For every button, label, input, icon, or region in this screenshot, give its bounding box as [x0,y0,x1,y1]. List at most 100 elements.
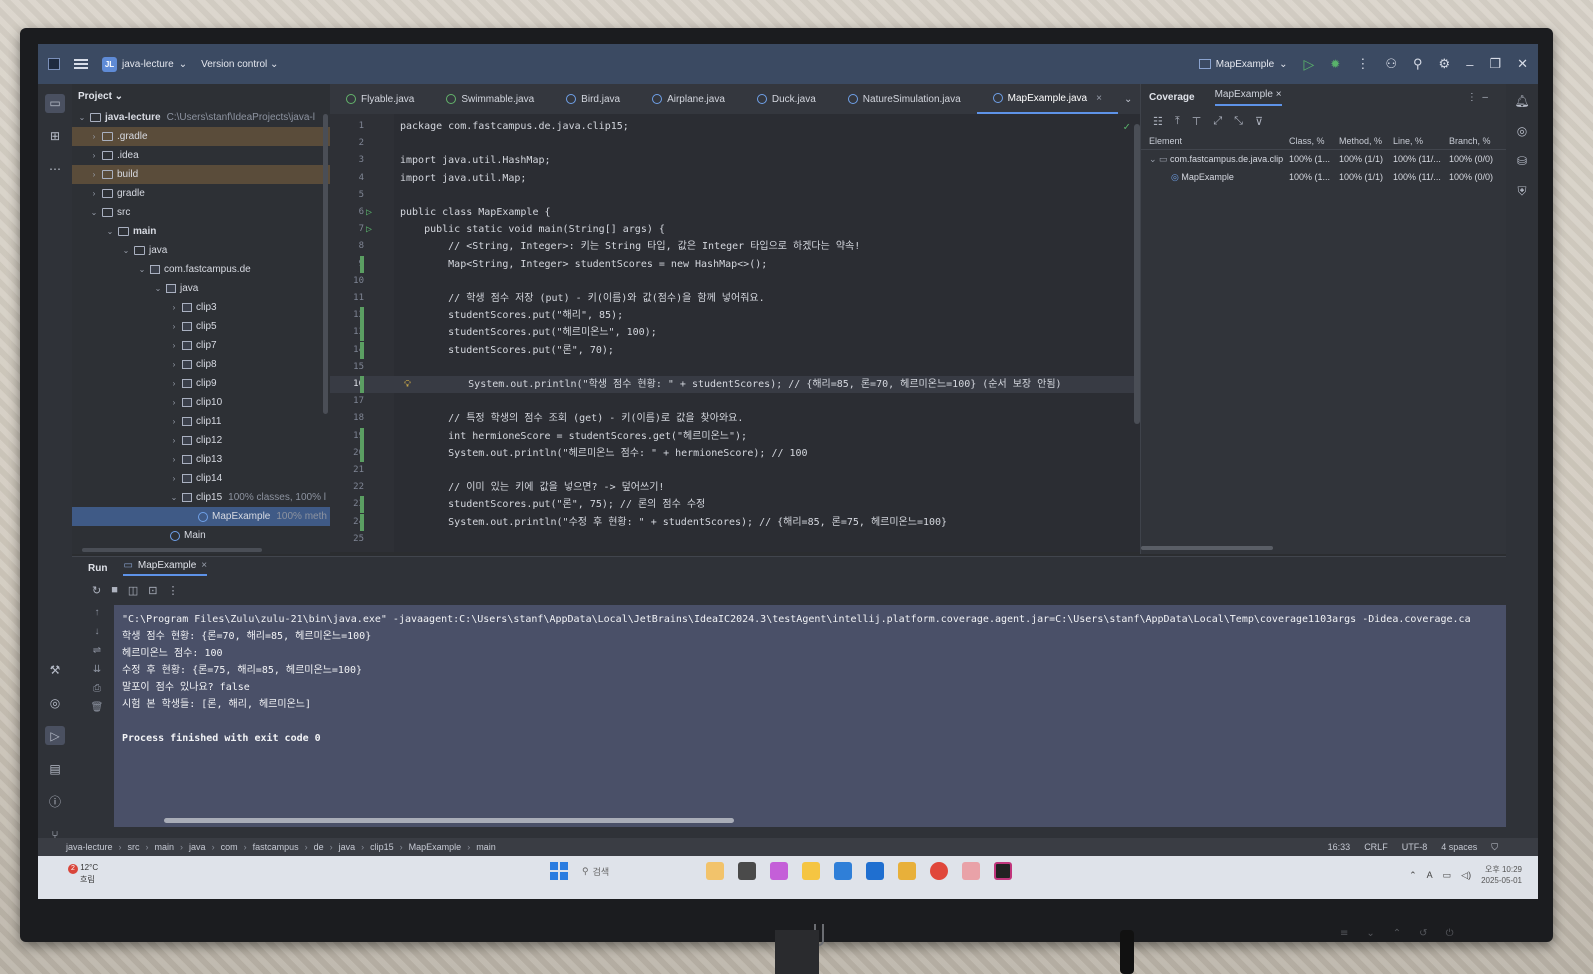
line-separator[interactable]: CRLF [1364,842,1388,852]
tree-item-clip8[interactable]: › clip8 [72,355,330,374]
line-number[interactable]: 2 [338,135,364,152]
search-icon[interactable]: ⚲ [1413,56,1423,72]
more-actions-icon[interactable]: ⋮ [1356,56,1369,72]
breadcrumb-item[interactable]: src [128,842,140,852]
tree-item-gradle-cache[interactable]: › .gradle [72,127,330,146]
lock-icon[interactable]: ⛉ [1491,842,1498,853]
change-marker[interactable] [360,307,364,325]
coverage-shield-icon[interactable]: ⛨ [1517,184,1526,199]
line-number[interactable]: 1 [338,118,364,135]
tab-bird[interactable]: Bird.java [550,84,636,114]
project-panel-header[interactable]: Project ⌄ [72,84,330,108]
code-line[interactable]: 21 [330,462,1140,479]
run-tool-icon[interactable]: ▷ [45,726,65,746]
tab-airplane[interactable]: Airplane.java [636,84,741,114]
code-line[interactable]: 23 studentScores.put("론", 75); // 론의 점수 … [330,496,1140,514]
structure-tool-icon[interactable]: ⊞ [45,127,65,146]
run-tab-mapexample[interactable]: ▭ MapExample × [123,560,208,576]
navigate-down-icon[interactable]: ⊤ [1192,115,1202,128]
col-line[interactable]: Line, % [1393,136,1449,146]
coverage-row[interactable]: ◎ MapExample 100% (1... 100% (1/1) 100% … [1141,168,1506,186]
breadcrumb-item[interactable]: com [221,842,238,852]
problems-tool-icon[interactable]: ⓘ [45,792,65,811]
change-marker[interactable] [360,341,364,359]
tab-naturesimulation[interactable]: NatureSimulation.java [832,84,977,114]
stop-icon[interactable]: ■ [111,584,118,596]
change-marker[interactable] [360,513,364,531]
code-line[interactable]: 9 Map<String, Integer> studentScores = n… [330,255,1140,273]
trash-icon[interactable]: 🗑︎ [91,702,104,713]
notes-icon[interactable] [898,862,916,880]
arrow-down-icon[interactable]: ↓ [95,626,100,637]
arrow-up-icon[interactable]: ↑ [95,607,100,618]
tree-item-clip10[interactable]: › clip10 [72,393,330,412]
more-tools-icon[interactable]: ⋯ [45,160,65,179]
code-line[interactable]: 7 ▷ public static void main(String[] args… [330,221,1140,238]
chevron-down-icon[interactable]: ⌄ [1124,94,1132,105]
breadcrumb-item[interactable]: java [189,842,206,852]
code-line[interactable]: 12 studentScores.put("해리", 85); [330,307,1140,325]
change-marker[interactable] [360,376,364,393]
store-icon[interactable] [834,862,852,880]
line-number[interactable]: 21 [338,462,364,479]
snipping-tool-icon[interactable] [962,862,980,880]
scroll-to-end-icon[interactable]: ⇊ [93,664,101,675]
services-tool-icon[interactable]: ◎ [45,693,65,712]
line-number[interactable]: 4 [338,170,364,187]
tree-item-java-pkg[interactable]: ⌄ java [72,279,330,298]
build-tool-icon[interactable]: ⚒ [45,661,65,680]
code-line[interactable]: 5 [330,187,1140,204]
breadcrumb-item[interactable]: main [476,842,496,852]
version-control-menu[interactable]: Version control ⌄ [201,59,278,70]
tree-item-clip5[interactable]: › clip5 [72,317,330,336]
tree-item-java[interactable]: ⌄ java [72,241,330,260]
taskbar-search[interactable]: ⚲ 검색 [582,865,692,878]
filter-icon[interactable]: ⊽ [1255,115,1263,128]
copilot-icon[interactable] [770,862,788,880]
tree-item-gradle[interactable]: › gradle [72,184,330,203]
close-tab-icon[interactable]: × [1276,89,1282,100]
breadcrumb-item[interactable]: MapExample [409,842,462,852]
tree-root[interactable]: ⌄ java-lecture C:\Users\stanf\IdeaProjec… [72,108,330,127]
code-line[interactable]: 15 [330,359,1140,376]
navigate-up-icon[interactable]: ⤒ [1175,115,1180,128]
restore-layout-icon[interactable]: ⊡ [148,584,157,597]
change-marker[interactable] [360,324,364,342]
system-clock[interactable]: 오후 10:29 2025-05-01 [1481,864,1522,886]
project-hscrollbar[interactable] [82,548,262,552]
close-icon[interactable]: ✕ [1517,56,1528,72]
code-line[interactable]: 19 int hermioneScore = studentScores.get… [330,427,1140,445]
code-line[interactable]: 17 [330,393,1140,410]
task-view-icon[interactable] [738,862,756,880]
tree-item-src[interactable]: ⌄ src [72,203,330,222]
camera-icon[interactable]: ◫ [128,584,138,597]
tree-item-clip7[interactable]: › clip7 [72,336,330,355]
tree-item-clip9[interactable]: › clip9 [72,374,330,393]
code-editor[interactable]: 1 package com.fastcampus.de.java.clip15; 2… [330,114,1140,552]
col-class[interactable]: Class, % [1289,136,1339,146]
line-number[interactable]: 25 [338,531,364,548]
line-number[interactable]: 6 [338,204,364,221]
code-line[interactable]: 16 💡︎ System.out.println("학생 점수 현황: " + s… [330,376,1140,393]
print-icon[interactable]: ⎙ [93,683,101,694]
col-method[interactable]: Method, % [1339,136,1393,146]
change-marker[interactable] [360,255,364,273]
line-number[interactable]: 7 [338,221,364,238]
project-switcher[interactable]: JL java-lecture ⌄ [102,56,187,72]
line-number[interactable]: 17 [338,393,364,410]
line-number[interactable]: 10 [338,273,364,290]
breadcrumb-item[interactable]: java [339,842,356,852]
ime-icon[interactable]: A [1427,870,1433,880]
breadcrumb-item[interactable]: clip15 [370,842,394,852]
volume-icon[interactable]: ◁) [1461,870,1471,881]
tree-item-main-class[interactable]: Main [72,526,330,545]
line-number[interactable]: 18 [338,410,364,427]
code-line[interactable]: 13 studentScores.put("헤르미온느", 100); [330,324,1140,342]
tree-item-clip13[interactable]: › clip13 [72,450,330,469]
breadcrumb-item[interactable]: java-lecture [66,842,113,852]
outlook-icon[interactable] [866,862,884,880]
start-button[interactable] [550,862,568,880]
code-line[interactable]: 3 import java.util.HashMap; [330,152,1140,169]
close-tab-icon[interactable]: × [1096,93,1102,104]
more-options-icon[interactable]: ⋮ – [1467,92,1488,103]
